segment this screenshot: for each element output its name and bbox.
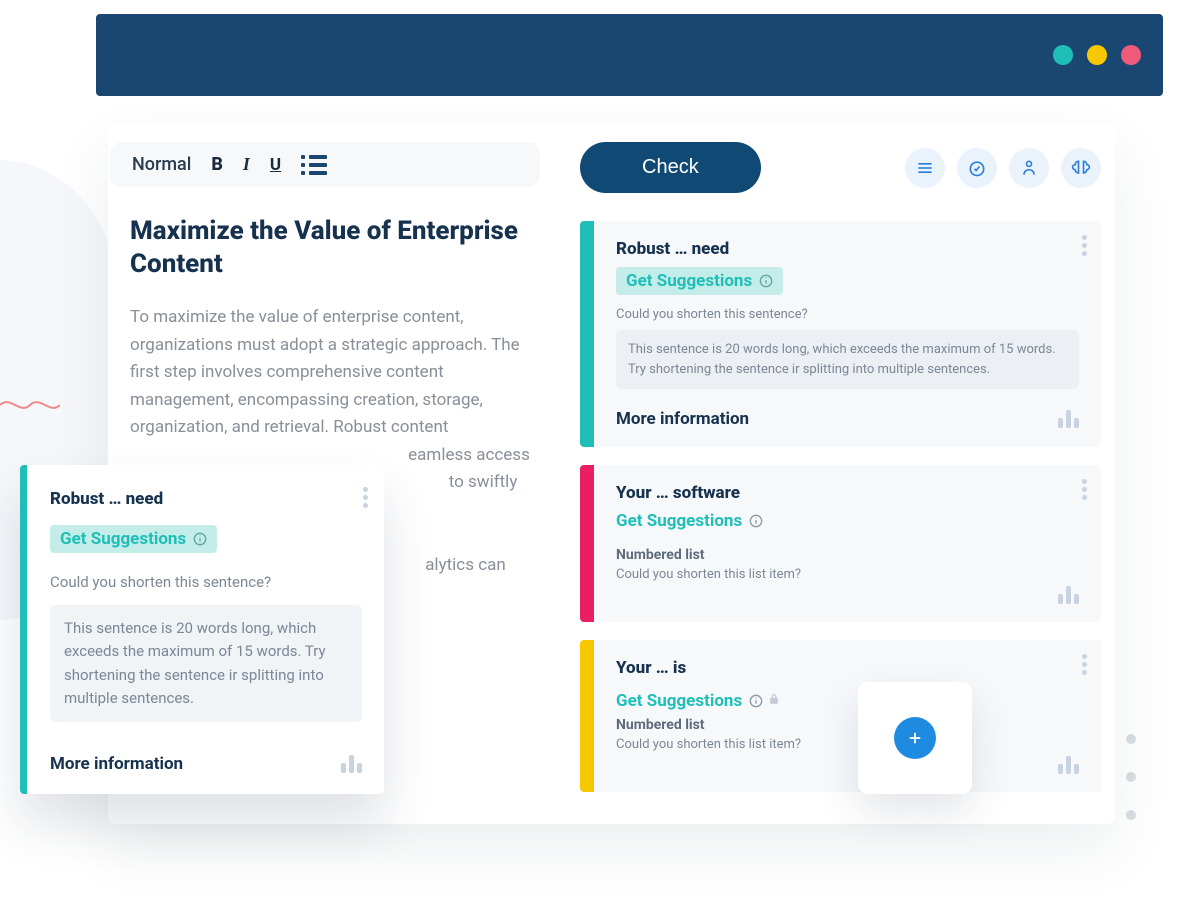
profile-icon[interactable]: [1009, 148, 1049, 188]
card-stripe: [580, 640, 594, 792]
suggestion-card[interactable]: Your … is Get Suggestions Numbered list …: [580, 640, 1101, 792]
card-stripe: [580, 465, 594, 622]
card-menu-icon[interactable]: [363, 487, 368, 508]
list-button[interactable]: [301, 155, 327, 175]
menu-icon[interactable]: [905, 148, 945, 188]
card-subhead: Numbered list: [616, 717, 1079, 733]
suggestion-card[interactable]: Robust … need Get Suggestions Could you …: [580, 221, 1101, 447]
card-subhead: Numbered list: [616, 547, 1079, 563]
info-icon: [759, 274, 773, 288]
traffic-yellow-icon[interactable]: [1087, 45, 1107, 65]
card-prompt: Could you shorten this list item?: [616, 737, 1079, 752]
info-icon: [193, 532, 207, 546]
card-prompt: Could you shorten this list item?: [616, 567, 1079, 582]
card-menu-icon[interactable]: [1082, 654, 1087, 675]
card-detail: This sentence is 20 words long, which ex…: [50, 605, 362, 722]
info-icon: [749, 514, 763, 528]
traffic-pink-icon[interactable]: [1121, 45, 1141, 65]
card-stripe: [20, 465, 27, 794]
get-suggestions-badge[interactable]: Get Suggestions: [616, 267, 783, 295]
window-titlebar: [96, 14, 1163, 96]
traffic-lights: [1053, 45, 1141, 65]
card-menu-icon[interactable]: [1082, 235, 1087, 256]
suggestions-column: Check: [564, 124, 1115, 824]
stats-icon[interactable]: [1058, 586, 1079, 604]
card-stripe: [580, 221, 594, 447]
paragraph-style-dropdown[interactable]: Normal: [132, 154, 191, 175]
card-detail: This sentence is 20 words long, which ex…: [616, 330, 1079, 389]
get-suggestions-badge[interactable]: Get Suggestions: [616, 691, 763, 711]
underline-button[interactable]: U: [270, 155, 281, 175]
fab-container: [858, 682, 972, 794]
suggestion-card[interactable]: Your … software Get Suggestions Numbered…: [580, 465, 1101, 622]
card-prompt: Could you shorten this sentence?: [616, 307, 1079, 322]
card-title: Robust … need: [616, 239, 1079, 259]
card-prompt: Could you shorten this sentence?: [50, 573, 362, 591]
get-suggestions-badge[interactable]: Get Suggestions: [50, 525, 217, 553]
suggestion-cards: Robust … need Get Suggestions Could you …: [580, 221, 1115, 792]
goals-icon[interactable]: [957, 148, 997, 188]
suggestion-popout[interactable]: Robust … need Get Suggestions Could you …: [20, 465, 384, 794]
card-title: Your … is: [616, 658, 1079, 678]
card-title: Your … software: [616, 483, 1079, 503]
editor-toolbar: Normal B I U: [110, 142, 540, 187]
document-title: Maximize the Value of Enterprise Content: [130, 215, 542, 280]
card-title: Robust … need: [50, 489, 362, 509]
italic-button[interactable]: I: [243, 154, 250, 175]
get-suggestions-badge[interactable]: Get Suggestions: [616, 511, 763, 531]
more-information-link[interactable]: More information: [50, 754, 183, 774]
stats-icon[interactable]: [1058, 756, 1079, 774]
ai-brain-icon[interactable]: [1061, 148, 1101, 188]
traffic-teal-icon[interactable]: [1053, 45, 1073, 65]
decorative-squiggle: [0, 390, 60, 420]
check-button[interactable]: Check: [580, 142, 761, 193]
stats-icon[interactable]: [1058, 410, 1079, 428]
info-icon: [749, 694, 763, 708]
lock-icon: [767, 692, 781, 706]
more-information-link[interactable]: More information: [616, 409, 749, 429]
card-menu-icon[interactable]: [1082, 479, 1087, 500]
stats-icon[interactable]: [341, 755, 362, 773]
bold-button[interactable]: B: [211, 154, 223, 175]
add-button[interactable]: [894, 717, 936, 759]
